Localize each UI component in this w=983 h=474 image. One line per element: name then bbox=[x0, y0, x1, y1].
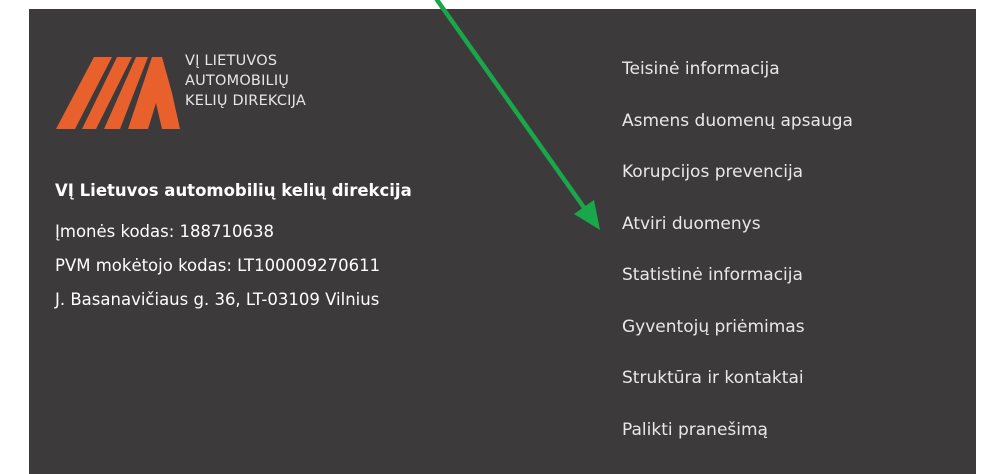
link-gyventoju-priemimas[interactable]: Gyventojų priėmimas bbox=[622, 311, 853, 363]
link-teisine-informacija[interactable]: Teisinė informacija bbox=[622, 53, 853, 105]
logo[interactable]: VĮ LIETUVOS AUTOMOBILIŲ KELIŲ DIREKCIJA bbox=[56, 51, 356, 131]
link-asmens-duomenu-apsauga[interactable]: Asmens duomenų apsauga bbox=[622, 105, 853, 157]
logo-line-2: AUTOMOBILIŲ bbox=[185, 73, 290, 89]
link-korupcijos-prevencija[interactable]: Korupcijos prevencija bbox=[622, 156, 853, 208]
company-name: VĮ Lietuvos automobilių kelių direkcija bbox=[55, 181, 412, 200]
logo-text: VĮ LIETUVOS AUTOMOBILIŲ KELIŲ DIREKCIJA bbox=[185, 51, 306, 111]
link-atviri-duomenys[interactable]: Atviri duomenys bbox=[622, 208, 853, 260]
company-address: J. Basanavičiaus g. 36, LT-03109 Vilnius bbox=[55, 290, 380, 309]
logo-line-1: VĮ LIETUVOS bbox=[185, 53, 278, 69]
footer-links: Teisinė informacija Asmens duomenų apsau… bbox=[622, 53, 853, 465]
logo-stripes-icon bbox=[56, 57, 180, 129]
link-palikti-pranesima[interactable]: Palikti pranešimą bbox=[622, 414, 853, 466]
site-footer: VĮ LIETUVOS AUTOMOBILIŲ KELIŲ DIREKCIJA … bbox=[29, 9, 976, 474]
logo-line-3: KELIŲ DIREKCIJA bbox=[185, 93, 306, 109]
company-vat: PVM mokėtojo kodas: LT100009270611 bbox=[55, 256, 381, 275]
link-struktura-ir-kontaktai[interactable]: Struktūra ir kontaktai bbox=[622, 362, 853, 414]
link-statistine-informacija[interactable]: Statistinė informacija bbox=[622, 259, 853, 311]
company-code: Įmonės kodas: 188710638 bbox=[55, 222, 275, 241]
company-info: VĮ Lietuvos automobilių kelių direkcija … bbox=[55, 179, 412, 317]
